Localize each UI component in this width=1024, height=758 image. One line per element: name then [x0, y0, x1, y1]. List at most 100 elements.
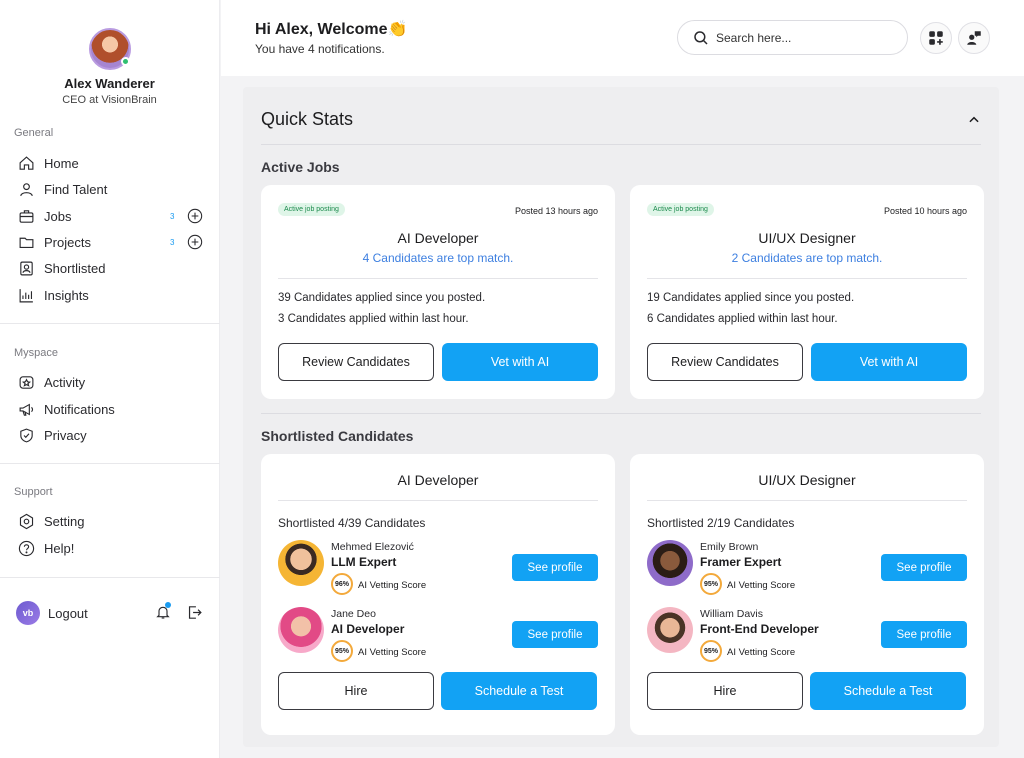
brand-logo: vb: [16, 601, 40, 625]
add-widget-button[interactable]: [920, 22, 952, 54]
shortlist-card: UI/UX Designer Shortlisted 2/19 Candidat…: [630, 454, 984, 735]
applied-since-text: 19 Candidates applied since you posted.: [647, 292, 855, 304]
profile: Alex Wanderer CEO at VisionBrain: [0, 0, 219, 106]
folder-icon: [19, 237, 34, 248]
schedule-test-button[interactable]: Schedule a Test: [810, 672, 966, 710]
ai-score-label: AI Vetting Score: [358, 580, 427, 591]
sidebar-item-label: Help!: [44, 540, 75, 556]
shortlist-job-title: UI/UX Designer: [758, 472, 856, 488]
sidebar-item-shortlisted[interactable]: Shortlisted: [18, 258, 105, 278]
sidebar-item-notifications[interactable]: Notifications: [18, 399, 115, 419]
candidate-role: Front-End Developer: [700, 622, 819, 636]
sidebar-item-label: Shortlisted: [44, 260, 106, 276]
job-card: Active job posting Posted 10 hours ago U…: [630, 185, 984, 399]
notification-summary: You have 4 notifications.: [255, 42, 385, 56]
candidate-avatar[interactable]: [278, 607, 324, 653]
chart-icon: [19, 288, 33, 302]
sidebar-item-label: Setting: [44, 513, 85, 529]
search-input[interactable]: [716, 30, 886, 45]
ai-score-ring: 95%: [700, 640, 722, 662]
sidebar-divider: [0, 577, 220, 578]
active-jobs-heading: Active Jobs: [261, 159, 340, 175]
applied-since-text: 39 Candidates applied since you posted.: [278, 292, 486, 304]
megaphone-icon: [19, 403, 34, 416]
top-match-link[interactable]: 4 Candidates are top match.: [261, 251, 615, 265]
see-profile-button[interactable]: See profile: [881, 554, 967, 581]
panel-title: Quick Stats: [261, 109, 354, 129]
logout-icon[interactable]: [186, 604, 203, 621]
sidebar-divider: [0, 323, 220, 324]
sidebar-item-label: Privacy: [44, 427, 87, 443]
sidebar-item-label: Jobs: [44, 208, 72, 224]
candidate-avatar[interactable]: [278, 540, 324, 586]
candidate-role: AI Developer: [331, 622, 405, 636]
user-icon: [20, 182, 33, 196]
see-profile-button[interactable]: See profile: [512, 621, 598, 648]
hire-button[interactable]: Hire: [278, 672, 434, 710]
status-badge: Active job posting: [647, 203, 714, 216]
candidate-avatar[interactable]: [647, 540, 693, 586]
ai-score-ring: 96%: [331, 573, 353, 595]
job-title: AI Developer: [397, 230, 479, 246]
avatar[interactable]: [88, 28, 131, 70]
shortlist-card: AI Developer Shortlisted 4/39 Candidates…: [261, 454, 615, 735]
shortlist-summary: Shortlisted 4/39 Candidates: [278, 516, 426, 530]
job-title: UI/UX Designer: [758, 230, 856, 246]
shortlist-summary: Shortlisted 2/19 Candidates: [647, 516, 795, 530]
notification-dot: [165, 602, 171, 608]
briefcase-icon: [19, 209, 34, 223]
sidebar-item-insights[interactable]: Insights: [18, 285, 89, 305]
top-match-link[interactable]: 2 Candidates are top match.: [630, 251, 984, 265]
sidebar-item-projects[interactable]: Projects: [18, 232, 91, 252]
sidebar-item-privacy[interactable]: Privacy: [18, 425, 87, 445]
vet-with-ai-button[interactable]: Vet with AI: [442, 343, 598, 381]
candidate-row: Emily Brown Framer Expert 95% AI Vetting…: [647, 540, 967, 595]
hire-button[interactable]: Hire: [647, 672, 803, 710]
sidebar-item-find-talent[interactable]: Find Talent: [18, 179, 107, 199]
chevron-up-icon[interactable]: [967, 113, 981, 127]
user-chat-button[interactable]: [958, 22, 990, 54]
card-divider: [278, 500, 598, 501]
shortlisted-heading: Shortlisted Candidates: [261, 428, 414, 444]
review-candidates-button[interactable]: Review Candidates: [278, 343, 434, 381]
profile-name: Alex Wanderer: [64, 76, 155, 91]
help-icon: [18, 540, 35, 556]
ai-score-label: AI Vetting Score: [358, 647, 427, 658]
search-icon: [694, 30, 708, 45]
section-label-general: General: [14, 127, 54, 139]
status-badge: Active job posting: [278, 203, 345, 216]
logout-row: vb Logout: [16, 601, 206, 625]
candidate-name: William Davis: [700, 608, 763, 620]
sidebar-item-jobs[interactable]: Jobs: [18, 206, 71, 226]
activity-icon: [19, 375, 34, 389]
add-job-icon[interactable]: [187, 208, 203, 224]
quick-stats-panel: Quick Stats Active Jobs Active job posti…: [243, 87, 999, 747]
see-profile-button[interactable]: See profile: [512, 554, 598, 581]
sidebar-item-help[interactable]: Help!: [18, 538, 74, 558]
applied-hour-text: 6 Candidates applied within last hour.: [647, 313, 838, 325]
logout-button[interactable]: Logout: [48, 606, 88, 621]
add-project-icon[interactable]: [187, 234, 203, 250]
profile-role: CEO at VisionBrain: [62, 94, 157, 106]
sidebar-item-activity[interactable]: Activity: [18, 372, 85, 392]
candidate-role: Framer Expert: [700, 555, 782, 569]
id-badge-icon: [20, 261, 33, 275]
posted-time: Posted 10 hours ago: [883, 206, 967, 216]
sidebar-divider: [0, 463, 220, 464]
vet-with-ai-button[interactable]: Vet with AI: [811, 343, 967, 381]
card-divider: [647, 500, 967, 501]
shield-icon: [20, 428, 33, 442]
section-label-support: Support: [14, 486, 53, 498]
sidebar-item-setting[interactable]: Setting: [18, 511, 84, 531]
sidebar-item-label: Projects: [44, 234, 91, 250]
see-profile-button[interactable]: See profile: [881, 621, 967, 648]
review-candidates-button[interactable]: Review Candidates: [647, 343, 803, 381]
candidate-avatar[interactable]: [647, 607, 693, 653]
schedule-test-button[interactable]: Schedule a Test: [441, 672, 597, 710]
ai-score-ring: 95%: [700, 573, 722, 595]
sidebar-item-home[interactable]: Home: [18, 153, 79, 173]
applied-hour-text: 3 Candidates applied within last hour.: [278, 313, 469, 325]
gear-icon: [19, 513, 34, 529]
search-bar: [677, 20, 908, 55]
candidate-row: Mehmed Elezović LLM Expert 96% AI Vettin…: [278, 540, 598, 595]
